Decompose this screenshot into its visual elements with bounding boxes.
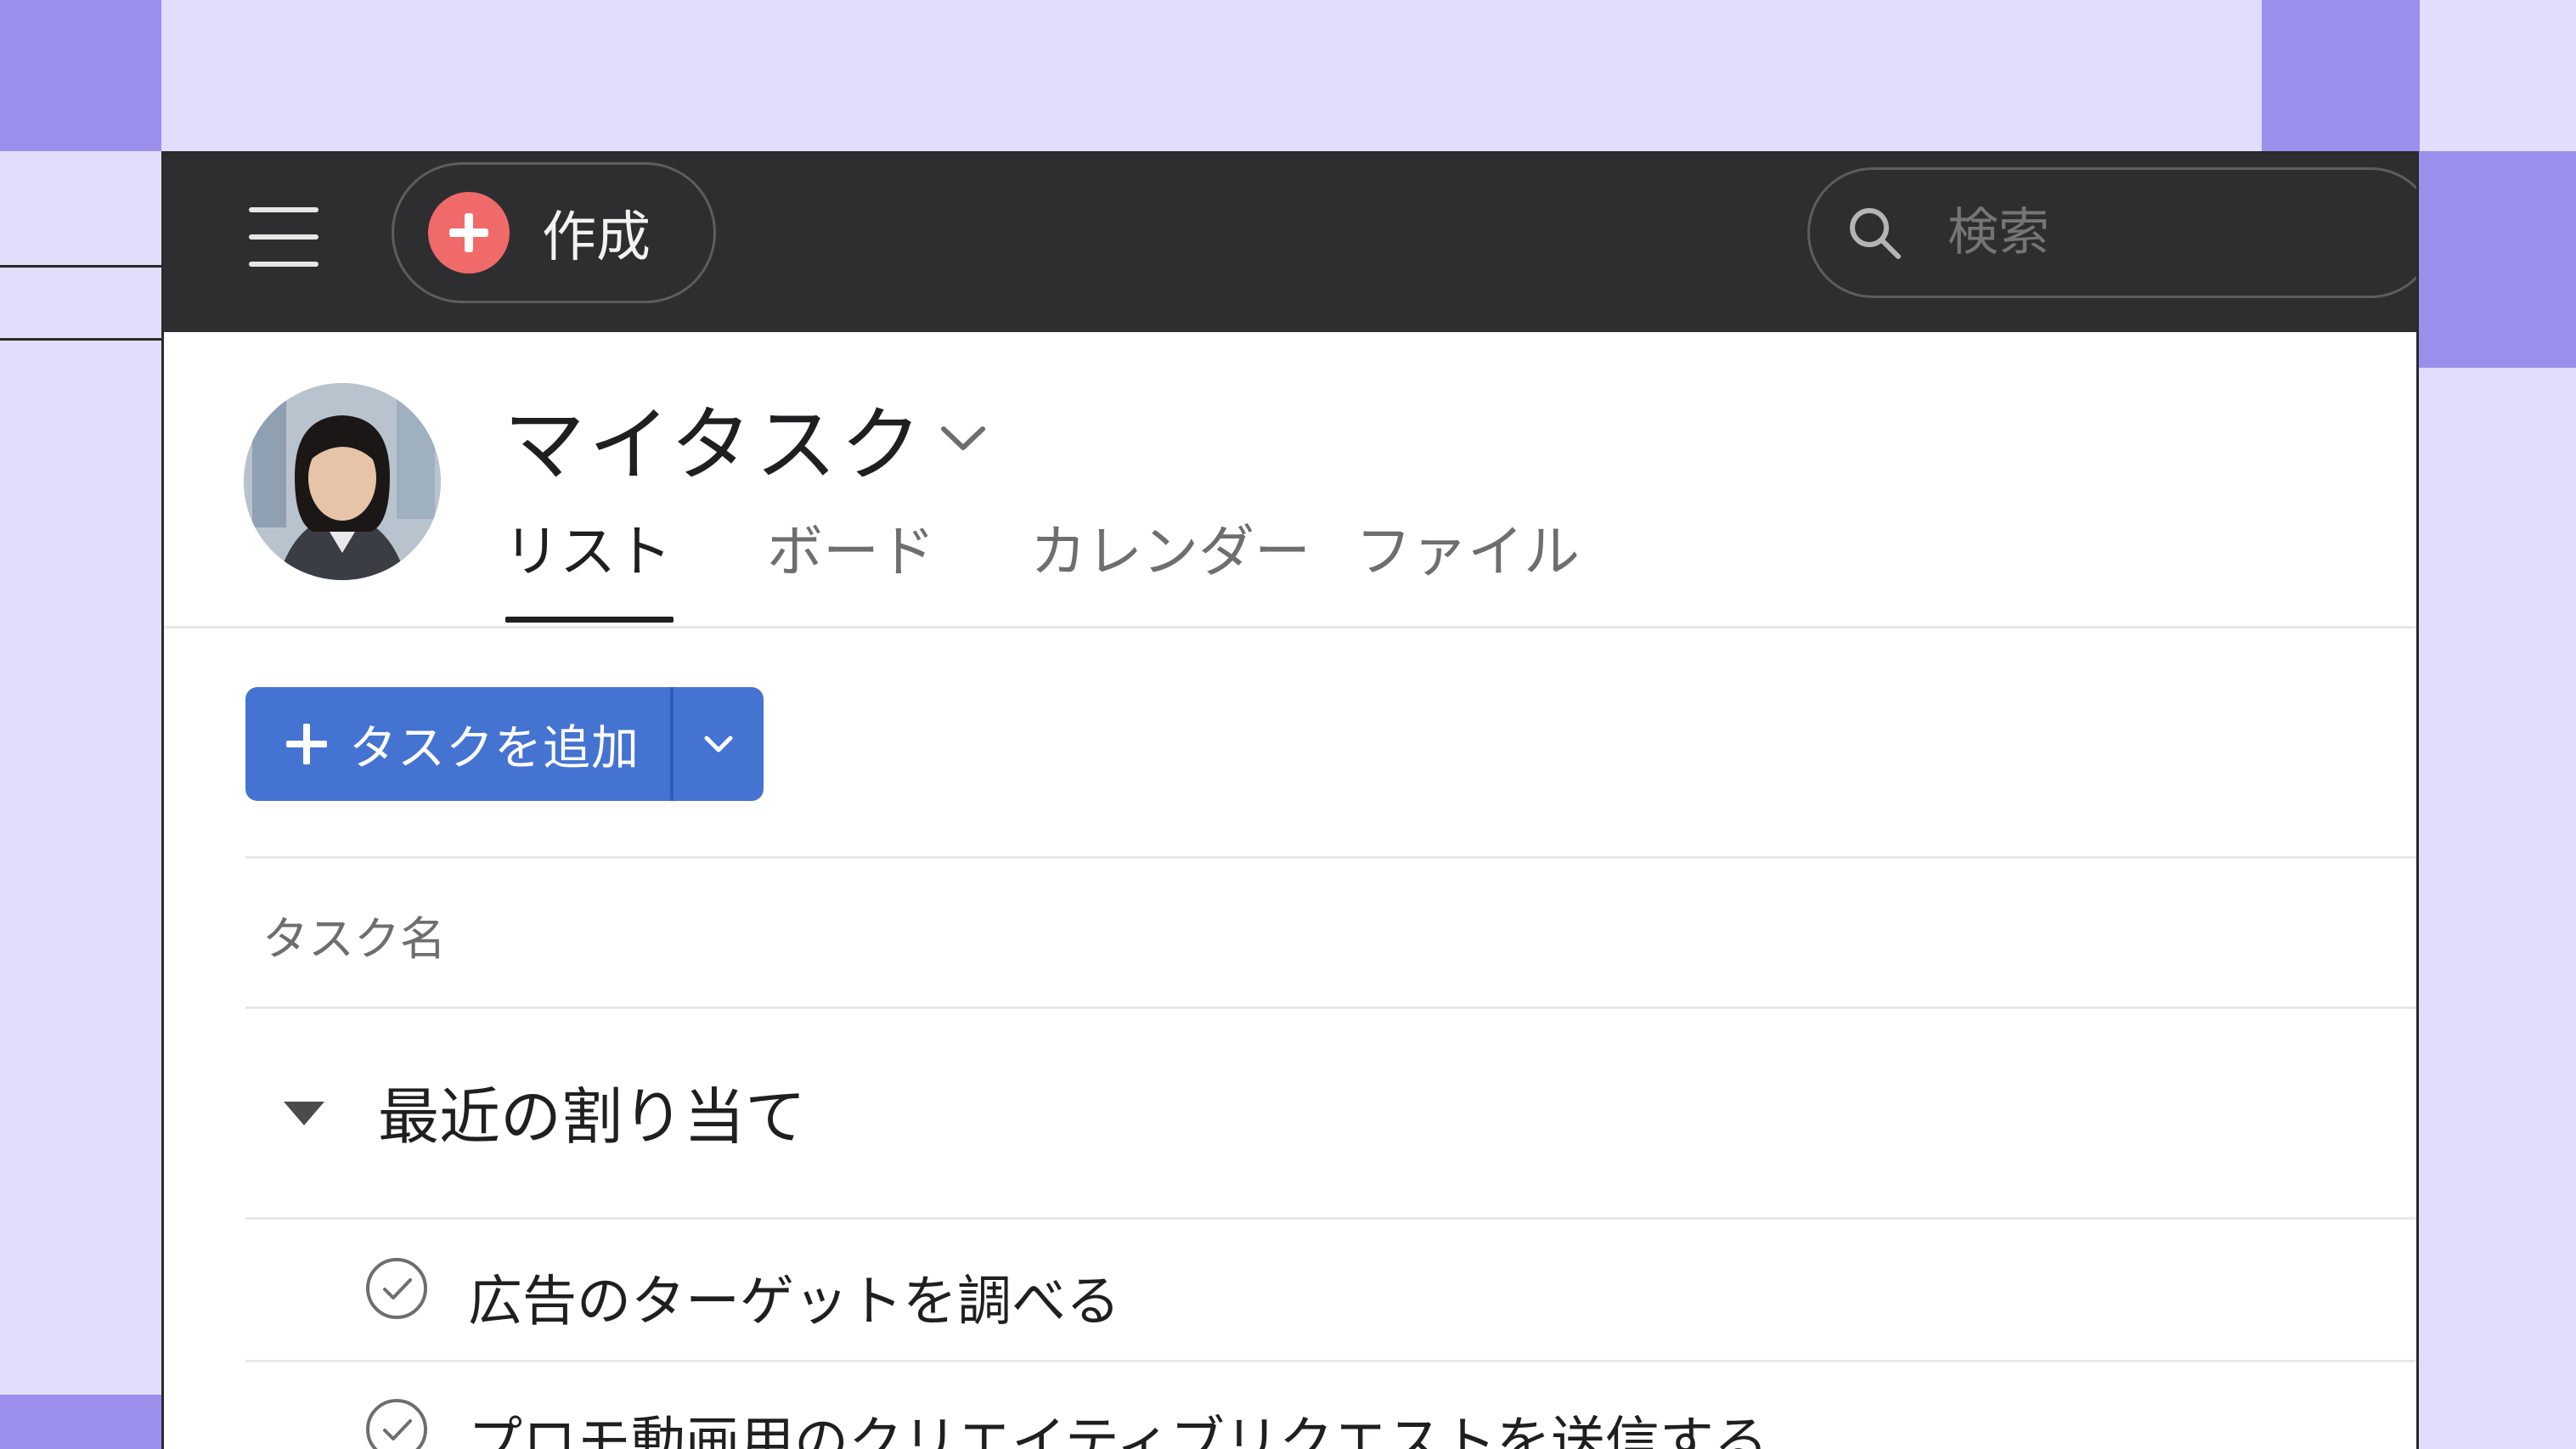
check-circle-icon[interactable] <box>363 1254 431 1322</box>
tab-board[interactable]: ボード <box>767 506 935 588</box>
user-avatar[interactable] <box>244 383 441 580</box>
check-circle-icon[interactable] <box>363 1395 431 1449</box>
add-task-dropdown-button[interactable] <box>674 687 764 801</box>
decoration-block <box>0 1395 161 1449</box>
plus-icon <box>286 724 327 764</box>
tab-files[interactable]: ファイル <box>1356 506 1580 588</box>
active-tab-indicator <box>505 617 674 623</box>
decoration-block <box>2419 151 2576 368</box>
search-input[interactable] <box>1948 203 2287 262</box>
decoration-line <box>0 265 161 268</box>
task-name[interactable]: プロモ動画用のクリエイティブリクエストを送信する <box>468 1399 1768 1449</box>
tab-list[interactable]: リスト <box>504 506 672 588</box>
add-task-button[interactable]: タスクを追加 <box>245 687 670 801</box>
top-bar: 作成 <box>164 154 2416 332</box>
hamburger-menu-icon[interactable] <box>249 207 318 267</box>
decoration-block <box>2262 0 2420 151</box>
search-icon <box>1850 208 1901 259</box>
divider <box>245 856 2416 859</box>
triangle-down-icon[interactable] <box>279 1097 330 1130</box>
app-window: 作成 マイタスク リスト ボード カレンダー ファイル <box>161 151 2419 1449</box>
decoration-line <box>0 338 161 341</box>
decoration-block <box>0 0 161 151</box>
search-bar[interactable] <box>1807 167 2416 298</box>
page-title: マイタスク <box>504 397 926 493</box>
column-header-task-name[interactable]: タスク名 <box>262 901 446 968</box>
add-task-label: タスクを追加 <box>349 720 640 776</box>
divider <box>245 1006 2416 1009</box>
plus-circle-icon <box>428 192 510 273</box>
title-chevron-down-icon[interactable] <box>933 409 993 468</box>
tab-calendar[interactable]: カレンダー <box>1030 506 1311 588</box>
create-button[interactable]: 作成 <box>392 162 716 303</box>
add-task-split-button: タスクを追加 <box>245 687 764 801</box>
section-title[interactable]: 最近の割り当て <box>378 1067 806 1156</box>
task-name[interactable]: 広告のターゲットを調べる <box>468 1258 1120 1336</box>
create-label: 作成 <box>542 206 651 269</box>
chevron-down-icon <box>704 736 733 753</box>
header-divider <box>164 626 2416 629</box>
